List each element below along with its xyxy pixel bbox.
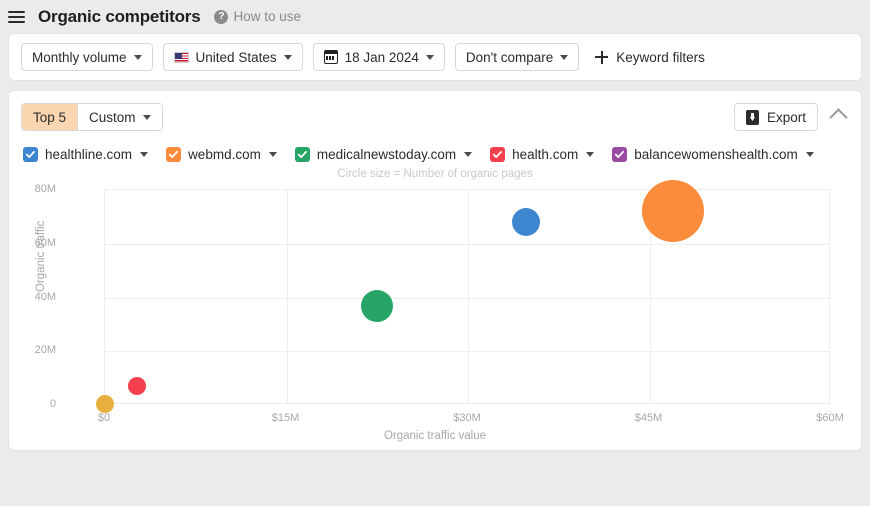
add-keyword-filters-button[interactable]: Keyword filters (595, 50, 705, 65)
chevron-down-icon (283, 54, 292, 60)
question-mark-icon: ? (214, 9, 229, 24)
checkbox-icon[interactable] (294, 147, 310, 162)
bubble-webmd-com[interactable] (641, 179, 704, 242)
chevron-down-icon (560, 54, 569, 60)
bubble-healthline-com[interactable] (512, 208, 541, 237)
chevron-down-icon (142, 114, 151, 120)
y-axis-tick: 80M (34, 183, 56, 195)
segment-custom-label: Custom (89, 109, 136, 125)
x-axis-tick: $0 (97, 412, 111, 424)
compare-selector[interactable]: Don't compare (454, 43, 580, 71)
bubble-balancewomenshealth-com[interactable] (96, 395, 115, 413)
date-selector[interactable]: 18 Jan 2024 (312, 43, 445, 71)
calendar-icon (323, 50, 338, 64)
chevron-down-icon[interactable] (464, 152, 473, 157)
legend-item[interactable]: health.com (490, 147, 595, 162)
country-selector-label: United States (195, 49, 277, 65)
export-label: Export (766, 109, 806, 125)
how-to-use-link[interactable]: ? How to use (214, 9, 301, 24)
x-axis-tick: $30M (453, 412, 481, 424)
segment-custom[interactable]: Custom (77, 104, 162, 130)
page-header: Organic competitors ? How to use (0, 0, 870, 33)
download-icon (745, 109, 759, 125)
y-axis-tick: 40M (34, 290, 56, 303)
gridline-horizontal (105, 297, 829, 299)
hamburger-icon[interactable] (8, 7, 28, 27)
keyword-filters-label: Keyword filters (616, 49, 705, 65)
filter-bar: Monthly volume United States 18 Jan 2024… (8, 33, 862, 81)
chart-subtitle: Circle size = Number of organic pages (337, 168, 533, 180)
gridline-horizontal (105, 351, 829, 353)
legend-item[interactable]: medicalnewstoday.com (294, 147, 473, 162)
x-axis-label: Organic traffic value (383, 430, 487, 442)
chevron-down-icon[interactable] (586, 152, 595, 157)
bubble-medicalnewstoday-com[interactable] (361, 289, 394, 322)
x-axis-tick: $15M (271, 412, 300, 424)
y-axis-label: Organic traffic (35, 220, 47, 292)
chevron-down-icon[interactable] (805, 152, 814, 157)
gridline-vertical (468, 190, 469, 403)
metric-selector-label: Monthly volume (32, 49, 127, 65)
legend-item-label: medicalnewstoday.com (316, 147, 457, 162)
country-selector[interactable]: United States (162, 43, 303, 71)
y-axis-tick: 20M (34, 344, 56, 357)
checkbox-icon[interactable] (490, 147, 506, 162)
chevron-down-icon[interactable] (268, 152, 277, 157)
legend-item-label: healthline.com (45, 147, 133, 162)
bubble-chart: Circle size = Number of organic pages Or… (21, 162, 849, 442)
segment-top-5-label: Top 5 (33, 109, 67, 125)
gridline-vertical (286, 190, 288, 403)
legend-item-label: health.com (512, 147, 579, 162)
y-axis-tick: 0 (49, 398, 56, 410)
legend-item-label: balancewomenshealth.com (634, 147, 798, 162)
y-axis-tick: 60M (34, 236, 56, 249)
legend-item-label: webmd.com (188, 147, 261, 162)
how-to-use-label: How to use (233, 9, 302, 24)
legend-item[interactable]: healthline.com (23, 147, 149, 162)
legend-item[interactable]: balancewomenshealth.com (612, 147, 814, 162)
checkbox-icon[interactable] (23, 147, 38, 162)
legend: healthline.com webmd.com medicalnewstoday.… (9, 131, 861, 162)
gridline-horizontal (105, 243, 829, 245)
us-flag-icon (173, 51, 189, 63)
export-button[interactable]: Export (733, 103, 818, 131)
chevron-down-icon (133, 54, 142, 60)
date-selector-label: 18 Jan 2024 (344, 49, 419, 65)
plus-icon (595, 50, 609, 64)
panel-toolbar-right: Export (733, 103, 849, 131)
segment-top-5[interactable]: Top 5 (22, 104, 78, 130)
x-axis-tick: $60M (816, 412, 844, 424)
plot-area (104, 189, 830, 404)
chevron-up-icon[interactable] (829, 107, 848, 127)
view-mode-segmented-control: Top 5 Custom (21, 103, 163, 131)
bubble-health-com[interactable] (127, 376, 146, 395)
checkbox-icon[interactable] (612, 147, 628, 162)
page-title: Organic competitors (38, 6, 201, 26)
chevron-down-icon[interactable] (140, 152, 149, 157)
panel-toolbar: Top 5 Custom Export (9, 91, 861, 131)
chevron-down-icon (425, 54, 434, 60)
metric-selector[interactable]: Monthly volume (21, 43, 153, 71)
legend-item[interactable]: webmd.com (166, 147, 277, 162)
compare-selector-label: Don't compare (465, 49, 554, 65)
competitors-panel: Top 5 Custom Export healthline.com webmd.… (8, 90, 862, 451)
x-axis-tick: $45M (634, 412, 663, 424)
checkbox-icon[interactable] (166, 147, 182, 162)
